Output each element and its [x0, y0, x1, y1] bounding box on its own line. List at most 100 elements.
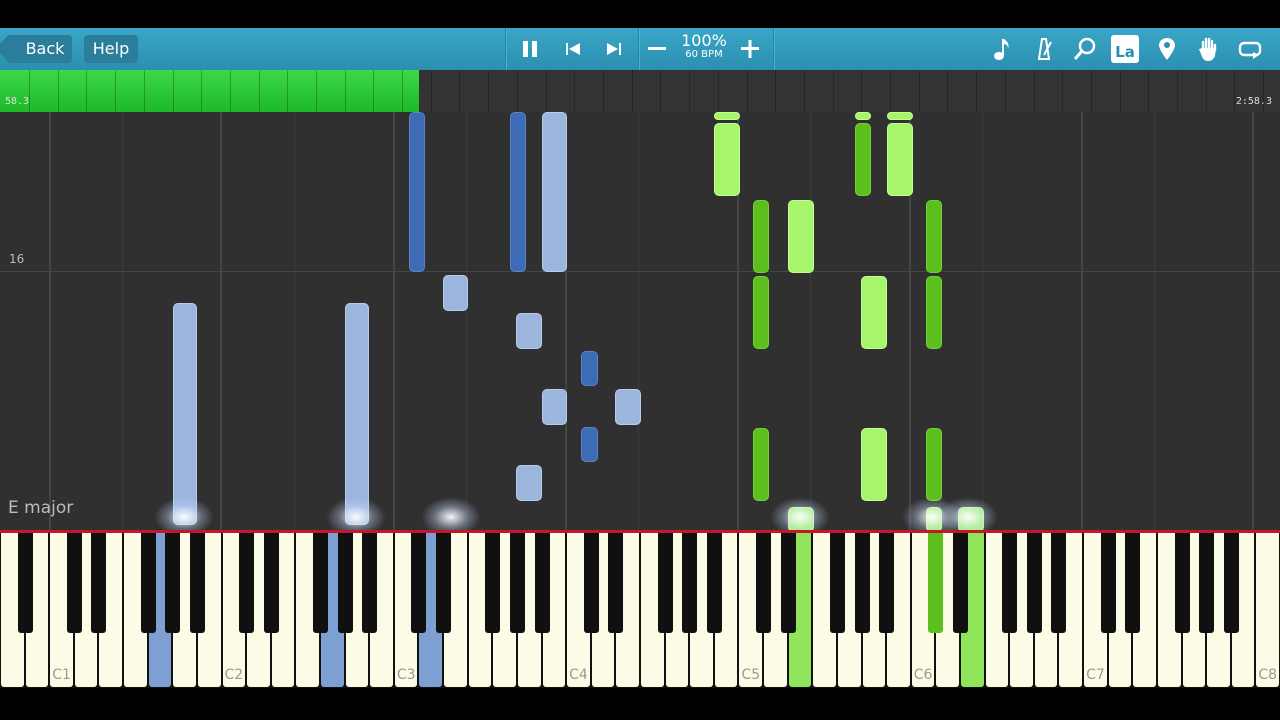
black-key[interactable] [534, 533, 550, 633]
back-label: Back [25, 39, 65, 58]
black-key[interactable] [337, 533, 353, 633]
progress-grid-line [517, 70, 518, 112]
black-key[interactable] [1199, 533, 1215, 633]
progress-grid-line [1263, 70, 1264, 112]
black-key[interactable] [436, 533, 452, 633]
progress-grid-line [431, 70, 432, 112]
progress-grid-line [345, 70, 346, 112]
progress-grid-line [1177, 70, 1178, 112]
black-key[interactable] [682, 533, 698, 633]
black-key[interactable] [140, 533, 156, 633]
roll-guide-line [1154, 112, 1155, 530]
help-button[interactable]: Help [84, 35, 138, 63]
right-hand-note [861, 428, 887, 501]
black-key[interactable] [1002, 533, 1018, 633]
black-key[interactable] [608, 533, 624, 633]
right-hand-note [926, 200, 942, 273]
speed-percent: 100% [681, 31, 727, 50]
piano-roll: 16 E major [0, 112, 1280, 530]
black-key[interactable] [1174, 533, 1190, 633]
key-hit-glow [938, 497, 998, 530]
total-time: 2:58.3 [1235, 96, 1272, 107]
progress-grid-line [660, 70, 661, 112]
octave-label: C8 [1258, 667, 1278, 683]
black-key[interactable] [313, 533, 328, 633]
left-hand-note [542, 112, 567, 272]
speed-display[interactable]: 100% 60 BPM [680, 33, 728, 61]
right-hand-note [753, 276, 769, 349]
black-key[interactable] [1100, 533, 1116, 633]
black-key[interactable] [66, 533, 82, 633]
black-key[interactable] [928, 533, 944, 633]
progress-bar[interactable]: 58.3 2:58.3 [0, 70, 1280, 112]
left-hand-note [516, 465, 542, 501]
black-key[interactable] [411, 533, 427, 633]
octave-label: C7 [1086, 667, 1105, 683]
black-key[interactable] [780, 533, 796, 633]
toolbar-separator [505, 28, 507, 70]
progress-grid-line [115, 70, 116, 112]
black-key[interactable] [239, 533, 255, 633]
back-button[interactable]: Back [6, 35, 72, 63]
black-key[interactable] [1051, 533, 1067, 633]
progress-grid-line [747, 70, 748, 112]
right-hand-note [714, 123, 740, 196]
black-key[interactable] [485, 533, 501, 633]
black-key[interactable] [1125, 533, 1141, 633]
pause-icon[interactable] [515, 34, 545, 64]
hand-icon[interactable] [1194, 34, 1224, 64]
black-key[interactable] [583, 533, 599, 633]
roll-guide-line [220, 112, 222, 530]
black-key[interactable] [657, 533, 673, 633]
black-key[interactable] [1223, 533, 1239, 633]
black-key[interactable] [165, 533, 181, 633]
black-key[interactable] [91, 533, 107, 633]
left-hand-note [510, 112, 526, 272]
plus-icon[interactable] [735, 34, 765, 64]
note-icon[interactable] [987, 34, 1017, 64]
skip-back-icon[interactable] [558, 34, 588, 64]
black-key[interactable] [263, 533, 279, 633]
black-key[interactable] [189, 533, 205, 633]
black-key[interactable] [953, 533, 968, 633]
progress-grid-line [58, 70, 59, 112]
progress-grid-line [603, 70, 604, 112]
left-hand-note [345, 303, 369, 525]
progress-grid-line [1091, 70, 1092, 112]
roll-guide-line [638, 112, 639, 530]
black-key[interactable] [362, 533, 378, 633]
progress-grid-line [1005, 70, 1006, 112]
pin-icon[interactable] [1152, 34, 1182, 64]
skip-forward-icon[interactable] [599, 34, 629, 64]
loop-icon[interactable] [1235, 34, 1265, 64]
black-key[interactable] [854, 533, 870, 633]
toolbar-separator [638, 28, 640, 70]
progress-grid-line [890, 70, 891, 112]
black-key[interactable] [509, 533, 525, 633]
roll-guide-line [49, 112, 51, 530]
la-icon[interactable]: La [1111, 35, 1139, 63]
left-hand-note [581, 427, 598, 462]
progress-grid-line [316, 70, 317, 112]
black-key[interactable] [17, 533, 33, 633]
black-key[interactable] [756, 533, 772, 633]
progress-grid-line [230, 70, 231, 112]
black-key[interactable] [706, 533, 722, 633]
right-hand-note [753, 200, 769, 273]
right-hand-note [714, 112, 740, 120]
progress-grid-line [546, 70, 547, 112]
black-key[interactable] [1026, 533, 1042, 633]
black-key[interactable] [879, 533, 895, 633]
white-key[interactable] [1256, 533, 1279, 687]
progress-grid-line [1120, 70, 1121, 112]
measure-number: 16 [9, 252, 25, 266]
black-key[interactable] [829, 533, 845, 633]
zoom-icon[interactable] [1070, 34, 1100, 64]
progress-grid-line [976, 70, 977, 112]
metronome-icon[interactable] [1029, 34, 1059, 64]
piano-keyboard[interactable]: C1 C2 C3 C4 C5 C6 C7 C8 [0, 533, 1280, 688]
left-hand-note [542, 389, 567, 425]
progress-fill [0, 70, 419, 112]
minus-icon[interactable] [642, 34, 672, 64]
measure-line [0, 271, 1280, 272]
